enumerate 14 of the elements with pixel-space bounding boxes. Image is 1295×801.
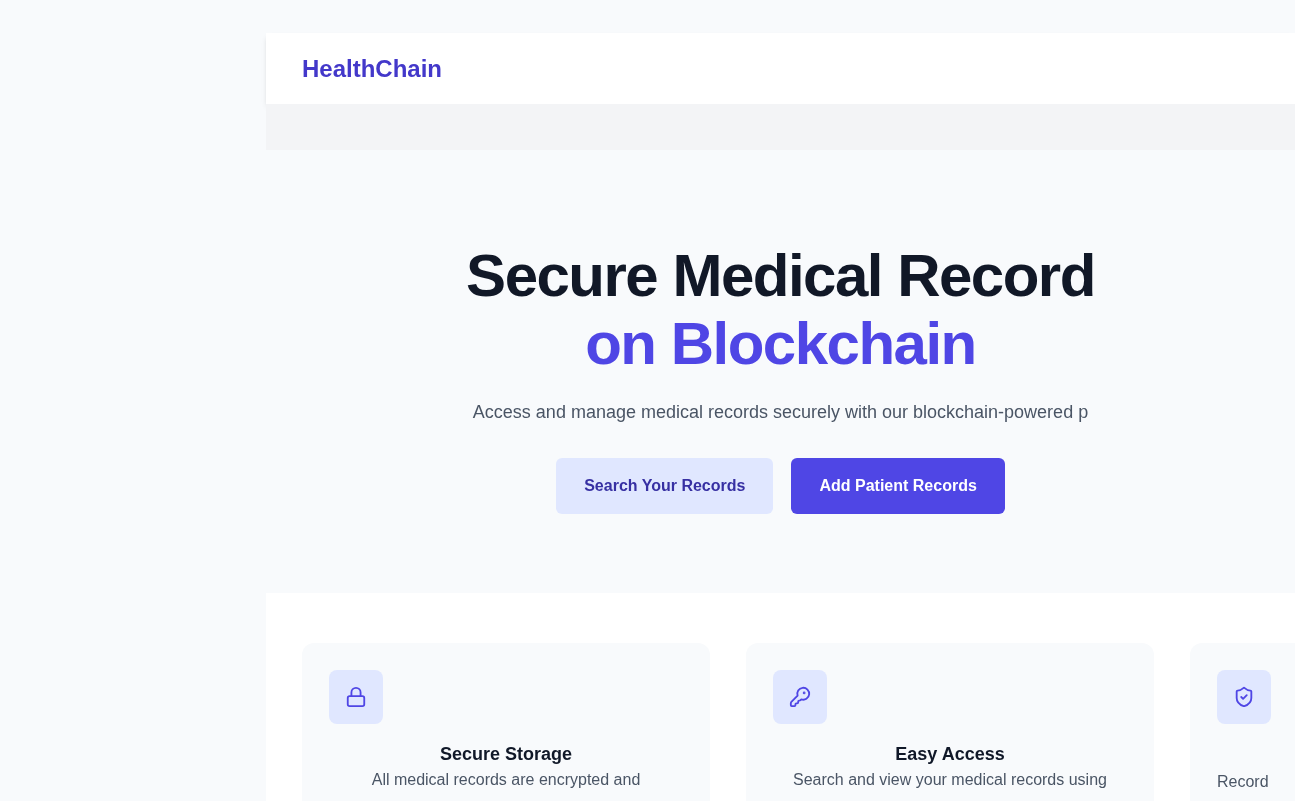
hero-title-accent: on Blockchain	[585, 310, 976, 378]
lock-icon	[329, 670, 383, 724]
shield-check-icon	[1217, 670, 1271, 724]
feature-description: All medical records are encrypted and	[370, 770, 642, 790]
feature-description: Search and view your medical records using	[792, 770, 1108, 790]
hero-subtitle: Access and manage medical records securely with our blockchain-powered p	[472, 401, 1089, 424]
key-icon	[773, 670, 827, 724]
search-records-button[interactable]: Search Your Records	[556, 458, 774, 514]
feature-title: Secure Storage	[438, 743, 574, 766]
brand-logo[interactable]: HealthChain	[302, 52, 442, 85]
feature-title: Easy Access	[894, 743, 1006, 766]
feature-description: Record	[1217, 772, 1268, 792]
hero-title: Secure Medical Record	[466, 242, 1095, 310]
add-records-button[interactable]: Add Patient Records	[791, 458, 1005, 514]
